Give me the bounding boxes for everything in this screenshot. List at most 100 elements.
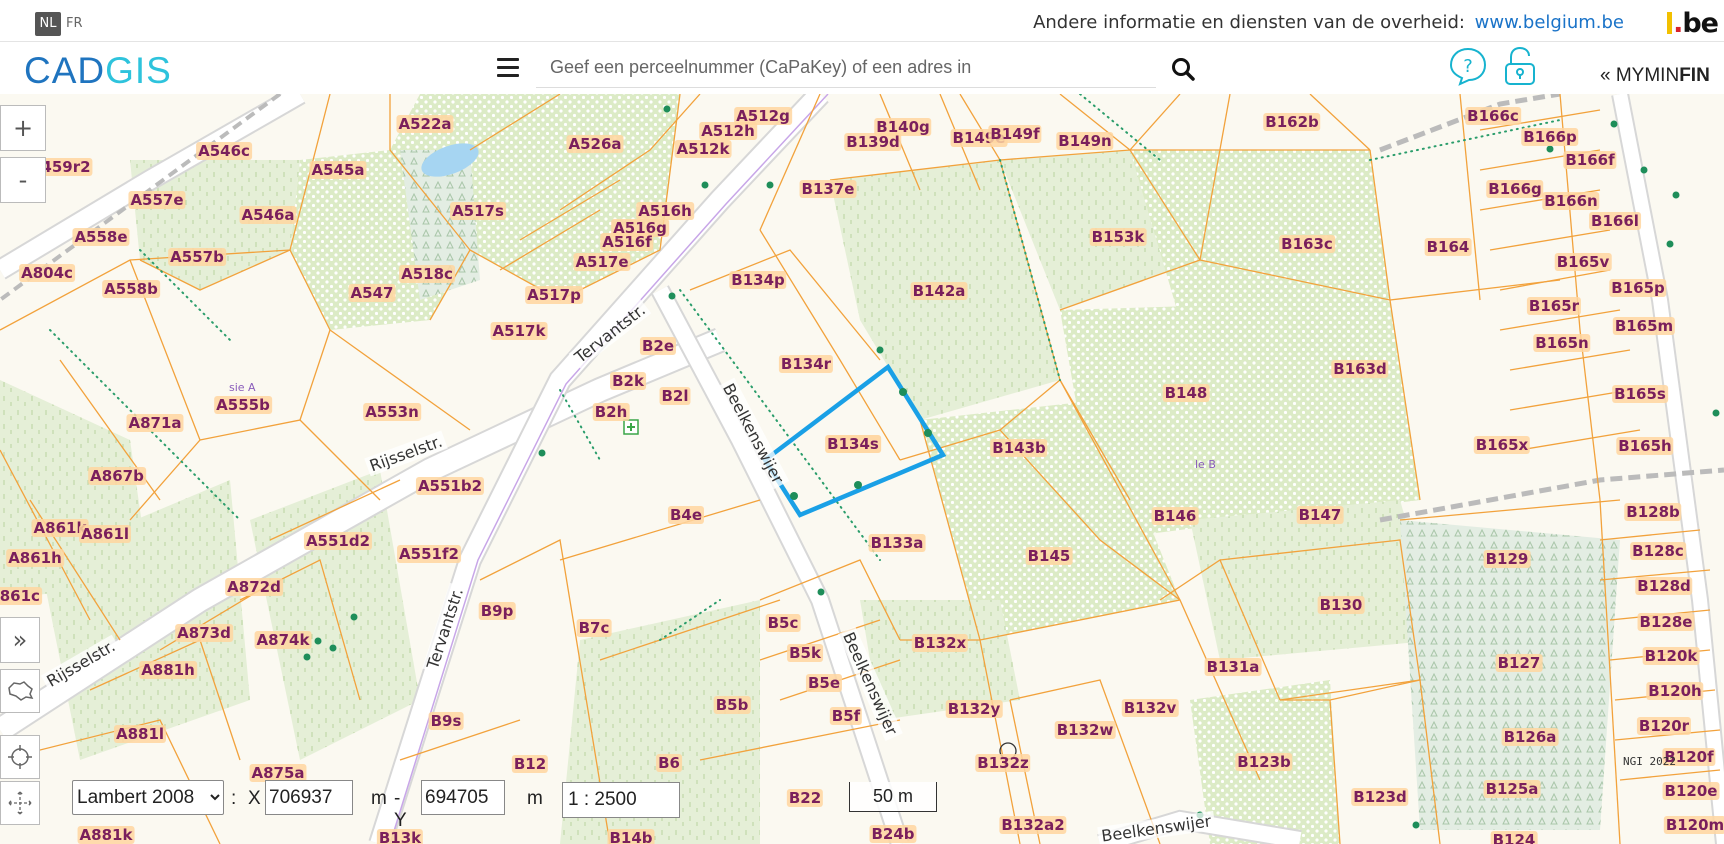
language-nl-button[interactable]: NL bbox=[35, 12, 61, 36]
parcel-label[interactable]: A861h bbox=[6, 549, 64, 567]
parcel-label[interactable]: B134r bbox=[778, 355, 834, 373]
parcel-label[interactable]: B2l bbox=[659, 387, 691, 405]
parcel-label[interactable]: B120e bbox=[1662, 782, 1720, 800]
parcel-label[interactable]: A516f bbox=[600, 233, 654, 251]
parcel-label[interactable]: B165x bbox=[1473, 436, 1531, 454]
parcel-label[interactable]: A861l bbox=[78, 525, 132, 543]
parcel-label[interactable]: B130 bbox=[1317, 596, 1365, 614]
parcel-label[interactable]: B142a bbox=[910, 282, 968, 300]
parcel-label[interactable]: B7c bbox=[576, 619, 612, 637]
parcel-label[interactable]: A555b bbox=[214, 396, 272, 414]
belgium-extent-button[interactable] bbox=[0, 669, 40, 713]
parcel-label[interactable]: A873d bbox=[175, 624, 233, 642]
parcel-label[interactable]: A881k bbox=[77, 826, 135, 844]
parcel-label[interactable]: B165m bbox=[1612, 317, 1676, 335]
parcel-label[interactable]: B127 bbox=[1495, 654, 1543, 672]
parcel-label[interactable]: A546c bbox=[196, 142, 252, 160]
parcel-label[interactable]: B162b bbox=[1263, 113, 1321, 131]
parcel-label[interactable]: A526a bbox=[566, 135, 624, 153]
parcel-label[interactable]: B163c bbox=[1279, 235, 1335, 253]
be-logo[interactable]: .be bbox=[1667, 8, 1719, 39]
parcel-label[interactable]: B14b bbox=[607, 829, 655, 844]
parcel-label[interactable]: B125a bbox=[1483, 780, 1541, 798]
parcel-label[interactable]: B123d bbox=[1351, 788, 1409, 806]
parcel-label[interactable]: A861c bbox=[0, 587, 42, 605]
locate-button[interactable] bbox=[0, 735, 40, 779]
parcel-label[interactable]: B129 bbox=[1483, 550, 1531, 568]
y-coordinate-input[interactable] bbox=[421, 780, 505, 815]
search-icon[interactable] bbox=[1170, 56, 1196, 82]
parcel-label[interactable]: B149n bbox=[1056, 132, 1114, 150]
parcel-search-input[interactable] bbox=[536, 48, 1156, 88]
cadastral-map[interactable]: A522a A526a A512g A512h A512k B140g B139d B149e… bbox=[0, 94, 1724, 844]
parcel-label[interactable]: B165v bbox=[1554, 253, 1612, 271]
parcel-label[interactable]: B24b bbox=[869, 825, 917, 843]
parcel-label[interactable]: B137e bbox=[799, 180, 857, 198]
parcel-label[interactable]: B165n bbox=[1533, 334, 1591, 352]
parcel-label[interactable]: 459r2 bbox=[39, 158, 93, 176]
parcel-label[interactable]: A558b bbox=[102, 280, 160, 298]
parcel-label[interactable]: B5e bbox=[805, 674, 843, 692]
parcel-label[interactable]: B22 bbox=[786, 789, 824, 807]
parcel-label[interactable]: B147 bbox=[1296, 506, 1344, 524]
parcel-label[interactable]: B124 bbox=[1490, 831, 1538, 844]
parcel-label[interactable]: B132v bbox=[1121, 699, 1179, 717]
parcel-label[interactable]: B132x bbox=[911, 634, 969, 652]
parcel-label[interactable]: B143b bbox=[990, 439, 1048, 457]
parcel-label[interactable]: B132z bbox=[975, 754, 1031, 772]
parcel-label[interactable]: A872d bbox=[225, 578, 283, 596]
language-fr-link[interactable]: FR bbox=[66, 16, 83, 31]
parcel-label[interactable]: B166c bbox=[1465, 107, 1521, 125]
parcel-label[interactable]: A551d2 bbox=[303, 532, 373, 550]
cadgis-logo[interactable]: CADGIS bbox=[24, 50, 172, 92]
parcel-label[interactable]: B132y bbox=[945, 700, 1003, 718]
parcel-label[interactable]: B166l bbox=[1589, 212, 1641, 230]
crs-select[interactable]: Lambert 2008 bbox=[72, 780, 224, 815]
parcel-label[interactable]: B145 bbox=[1025, 547, 1073, 565]
parcel-label[interactable]: B9s bbox=[428, 712, 464, 730]
parcel-label[interactable]: A881l bbox=[113, 725, 167, 743]
parcel-label[interactable]: B5b bbox=[713, 696, 751, 714]
zoom-out-button[interactable]: - bbox=[0, 157, 46, 203]
parcel-label[interactable]: A867b bbox=[88, 467, 146, 485]
parcel-label[interactable]: B133a bbox=[868, 534, 926, 552]
parcel-label[interactable]: B2k bbox=[610, 372, 646, 390]
parcel-label[interactable]: B12 bbox=[511, 755, 549, 773]
parcel-label[interactable]: A512h bbox=[699, 122, 757, 140]
parcel-label[interactable]: B153k bbox=[1089, 228, 1147, 246]
parcel-label[interactable]: A551b2 bbox=[415, 477, 485, 495]
parcel-label[interactable]: B132a2 bbox=[999, 816, 1067, 834]
parcel-label[interactable]: B128c bbox=[1630, 542, 1686, 560]
parcel-label[interactable]: B5k bbox=[787, 644, 823, 662]
parcel-label[interactable]: B120m bbox=[1663, 816, 1724, 834]
parcel-label[interactable]: B134s bbox=[825, 435, 881, 453]
parcel-label[interactable]: B120r bbox=[1636, 717, 1692, 735]
parcel-label[interactable]: A871a bbox=[126, 414, 184, 432]
parcel-label[interactable]: B165r bbox=[1526, 297, 1582, 315]
myminfin-link[interactable]: « MYMINFIN bbox=[1600, 65, 1710, 87]
parcel-label[interactable]: A518c bbox=[399, 265, 455, 283]
parcel-label[interactable]: B131a bbox=[1204, 658, 1262, 676]
parcel-label[interactable]: B146 bbox=[1151, 507, 1199, 525]
parcel-label[interactable]: A545a bbox=[309, 161, 367, 179]
parcel-label[interactable]: A557b bbox=[168, 248, 226, 266]
parcel-label[interactable]: A551f2 bbox=[397, 545, 461, 563]
parcel-label[interactable]: A546a bbox=[239, 206, 297, 224]
scale-input[interactable] bbox=[562, 782, 680, 818]
parcel-label[interactable]: A512k bbox=[674, 140, 732, 158]
parcel-label[interactable]: A517p bbox=[525, 286, 583, 304]
parcel-label[interactable]: B165h bbox=[1616, 437, 1674, 455]
parcel-label[interactable]: A881h bbox=[139, 661, 197, 679]
login-lock-icon[interactable] bbox=[1500, 46, 1540, 88]
parcel-label[interactable]: B164 bbox=[1424, 238, 1472, 256]
parcel-label[interactable]: B163d bbox=[1331, 360, 1389, 378]
parcel-label[interactable]: A517k bbox=[490, 322, 548, 340]
parcel-label[interactable]: B148 bbox=[1162, 384, 1210, 402]
parcel-label[interactable]: B5f bbox=[829, 707, 863, 725]
parcel-label[interactable]: B166g bbox=[1486, 180, 1544, 198]
x-coordinate-input[interactable] bbox=[265, 780, 353, 815]
parcel-label[interactable]: B6 bbox=[656, 754, 682, 772]
parcel-label[interactable]: B128b bbox=[1624, 503, 1682, 521]
parcel-label[interactable]: B123b bbox=[1235, 753, 1293, 771]
parcel-label[interactable]: A874k bbox=[254, 631, 312, 649]
